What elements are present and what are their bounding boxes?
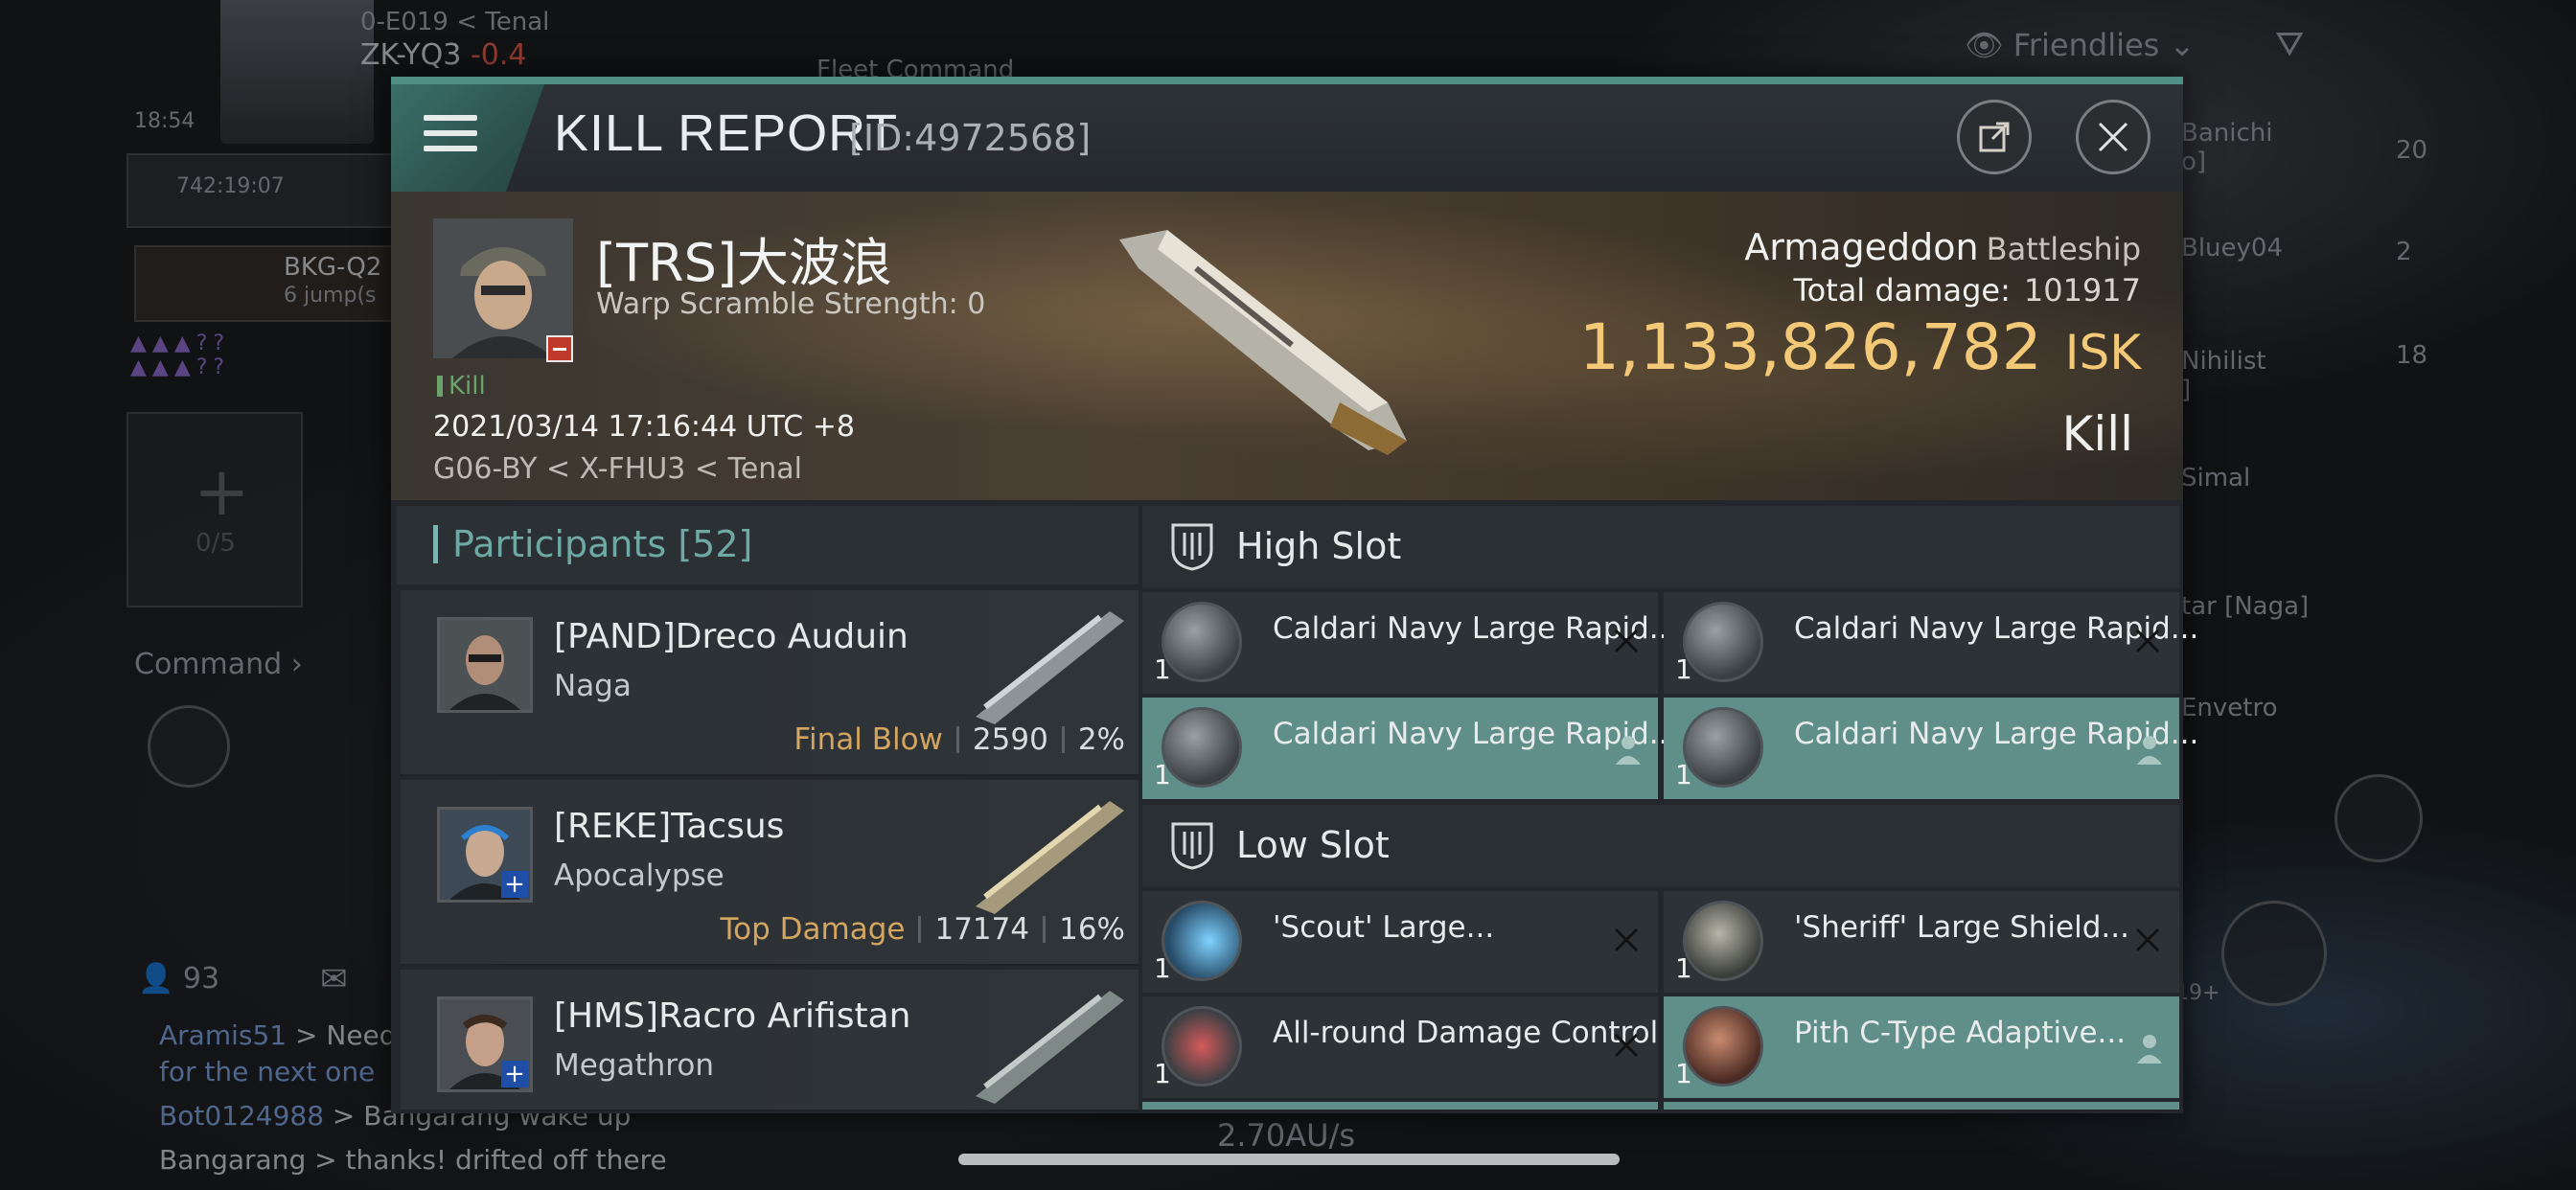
destroyed-icon xyxy=(1614,1033,1639,1058)
isk-unit: ISK xyxy=(2064,325,2141,380)
participant-name: [PAND]Dreco Auduin xyxy=(554,617,908,656)
kill-tag: Kill xyxy=(437,372,486,400)
module-name: Pith C-Type Adaptive... xyxy=(1794,1016,2127,1050)
module-qty: 1 xyxy=(1675,1058,1692,1089)
close-icon xyxy=(2098,122,2128,152)
shield-extender-icon xyxy=(1683,901,1763,981)
module-qty: 1 xyxy=(1154,952,1171,984)
participant-row[interactable]: + [REKE]Tacsus Apocalypse Top Damage 1717… xyxy=(401,780,1138,966)
module-item[interactable]: 1 Pith C-Type Adaptive... xyxy=(1664,996,2179,1098)
ship-name[interactable]: Armageddon xyxy=(1744,226,1978,268)
turret-icon xyxy=(1162,602,1242,682)
kill-location[interactable]: G06-BY < X-FHU3 < Tenal xyxy=(433,452,802,486)
close-button[interactable] xyxy=(2076,100,2150,174)
turret-icon xyxy=(1683,602,1763,682)
share-button[interactable] xyxy=(1957,100,2032,174)
kill-datetime: 2021/03/14 17:16:44 UTC +8 xyxy=(433,410,855,444)
shield-hardener-icon xyxy=(1683,1006,1763,1087)
module-item[interactable]: 1 'Sheriff' Large Shield... xyxy=(1664,891,2179,993)
warp-scramble: Warp Scramble Strength: 0 xyxy=(596,287,986,321)
destroyed-icon xyxy=(2135,629,2160,653)
kill-result: Kill xyxy=(2061,406,2133,462)
fleet-plus-icon: + xyxy=(501,871,528,898)
participant-avatar[interactable] xyxy=(437,617,533,713)
module-qty: 1 xyxy=(1154,653,1171,685)
hostile-badge xyxy=(546,335,573,362)
participant-name: [REKE]Tacsus xyxy=(554,807,785,846)
hamburger-icon xyxy=(424,115,477,157)
dropped-person-icon xyxy=(2137,1035,2162,1064)
isk-value-line: 1,133,826,782 ISK xyxy=(1579,310,2141,384)
module-qty: 1 xyxy=(1154,1058,1171,1089)
module-item[interactable]: 1 All-round Damage Control xyxy=(1142,996,1658,1098)
destroyed-icon xyxy=(1614,927,1639,952)
module-qty: 1 xyxy=(1675,759,1692,790)
participant-ship-image xyxy=(976,801,1124,914)
fleet-plus-icon: + xyxy=(501,1061,528,1087)
participants-panel: Participants [52] [PAND]Dreco Auduin Nag… xyxy=(397,506,1138,1111)
dropped-person-icon xyxy=(1616,736,1641,765)
high-slot-label: High Slot xyxy=(1236,525,1402,567)
participant-ship-image xyxy=(976,991,1124,1104)
module-item-partial[interactable] xyxy=(1664,1102,2179,1110)
modal-accent-line xyxy=(391,77,2183,84)
kill-report-modal: KILL REPORT [ID:4972568] [TRS]大波浪 Warp S… xyxy=(391,77,2198,1113)
report-id: [ID:4972568] xyxy=(849,117,1092,159)
afterburner-icon xyxy=(1162,901,1242,981)
module-qty: 1 xyxy=(1675,952,1692,984)
participant-row[interactable]: + [HMS]Racro Arifistan Megathron xyxy=(401,970,1138,1111)
module-item[interactable]: 1 Caldari Navy Large Rapid... xyxy=(1664,698,2198,799)
module-qty: 1 xyxy=(1154,759,1171,790)
module-item[interactable]: 1 Caldari Navy Large Rapid... xyxy=(1664,592,2198,694)
participant-stats: Final Blow 2590 2% xyxy=(794,722,1125,757)
participants-header: Participants [52] xyxy=(397,506,1138,584)
high-slot-header: High Slot xyxy=(1142,506,2179,588)
participant-ship: Naga xyxy=(554,669,632,703)
participant-ship-image xyxy=(976,611,1124,724)
isk-value: 1,133,826,782 xyxy=(1578,310,2042,384)
participant-stats: Top Damage 17174 16% xyxy=(720,912,1125,947)
page-title: KILL REPORT xyxy=(554,104,899,162)
turret-icon xyxy=(1683,707,1763,788)
destroyed-icon xyxy=(2135,927,2160,952)
participants-title: Participants [52] xyxy=(452,523,753,565)
share-icon xyxy=(1979,122,2010,152)
participant-avatar[interactable]: + xyxy=(437,807,533,903)
high-slot-icon xyxy=(1171,523,1213,571)
participant-row[interactable]: [PAND]Dreco Auduin Naga Final Blow 2590 2% xyxy=(401,590,1138,776)
module-item-partial[interactable] xyxy=(1142,1102,1658,1110)
low-slot-icon xyxy=(1171,822,1213,870)
module-item[interactable]: 1 Caldari Navy Large Rapid... xyxy=(1142,592,1677,694)
module-name: 'Scout' Large... xyxy=(1273,910,1495,945)
damage-control-icon xyxy=(1162,1006,1242,1087)
victim-name[interactable]: [TRS]大波浪 xyxy=(596,220,892,296)
total-damage: Total damage: 101917 xyxy=(1793,272,2141,309)
ship-name-line: Armageddon Battleship xyxy=(1744,226,2141,268)
turret-icon xyxy=(1162,707,1242,788)
fittings-panel: High Slot 1 Caldari Navy Large Rapid... … xyxy=(1142,506,2198,1110)
module-name: 'Sheriff' Large Shield... xyxy=(1794,910,2129,945)
low-slot-header: Low Slot xyxy=(1142,805,2179,887)
module-item[interactable]: 1 Caldari Navy Large Rapid... xyxy=(1142,698,1677,799)
victim-section: [TRS]大波浪 Warp Scramble Strength: 0 Kill … xyxy=(391,192,2183,500)
participant-ship: Apocalypse xyxy=(554,858,724,893)
destroyed-icon xyxy=(1614,629,1639,653)
participant-avatar[interactable]: + xyxy=(437,996,533,1092)
victim-ship-image[interactable] xyxy=(1100,211,1426,460)
ship-class: Battleship xyxy=(1986,231,2141,267)
dropped-person-icon xyxy=(2137,736,2162,765)
module-item[interactable]: 1 'Scout' Large... xyxy=(1142,891,1658,993)
module-name: All-round Damage Control xyxy=(1273,1016,1659,1050)
low-slot-label: Low Slot xyxy=(1236,824,1390,866)
home-indicator[interactable] xyxy=(958,1154,1620,1165)
participant-ship: Megathron xyxy=(554,1048,714,1083)
participant-name: [HMS]Racro Arifistan xyxy=(554,996,911,1036)
module-qty: 1 xyxy=(1675,653,1692,685)
